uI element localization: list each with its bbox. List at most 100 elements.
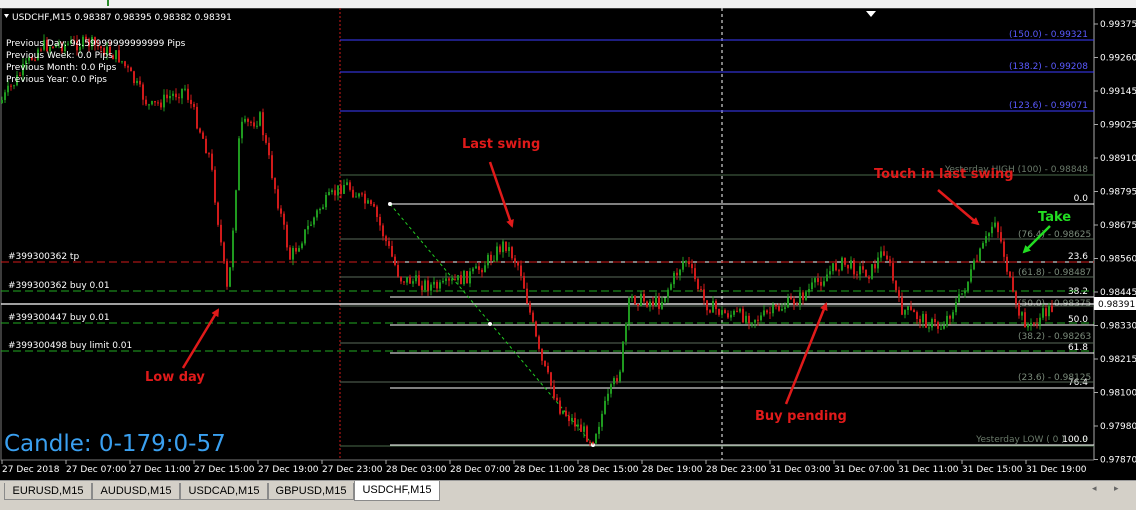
candle-body [907, 306, 909, 311]
price-tick-label: 0.97870 [1100, 456, 1136, 466]
candle-body [856, 274, 858, 276]
candle-body [796, 304, 798, 306]
candle-body [1033, 322, 1035, 324]
chart-window[interactable]: (150.0) - 0.99321 (138.2) - 0.99208 (123… [0, 8, 1136, 480]
candle-body [934, 319, 936, 323]
toolbar-marker-icon [107, 0, 109, 6]
candle-body [520, 265, 522, 277]
candle-body [835, 263, 837, 271]
candle-body [325, 195, 327, 208]
price-tick-label: 0.99025 [1100, 121, 1136, 131]
candle-body [295, 247, 297, 252]
arrow-buy-pending [784, 302, 828, 405]
candle-body [793, 299, 795, 305]
candle-body [673, 272, 675, 285]
inner-fib-label-76: (76.4) - 0.98625 [1018, 230, 1091, 240]
time-tick-label: 28 Dec 15:00 [578, 465, 639, 475]
candle-body [901, 297, 903, 315]
candle-body [967, 281, 969, 292]
candle-body [124, 61, 126, 67]
candle-body [271, 155, 273, 179]
candle-body [433, 281, 435, 285]
candle-body [583, 426, 585, 432]
candle-body [535, 321, 537, 337]
horizontal-scrollbar[interactable] [0, 503, 1136, 509]
candle-body [844, 257, 846, 265]
trend-anchor-start[interactable] [388, 202, 392, 206]
candle-body [526, 288, 528, 304]
candle-body [283, 213, 285, 225]
candle-body [1051, 305, 1053, 312]
candle-body [772, 304, 774, 314]
candle-body [958, 294, 960, 303]
candle-body [469, 271, 471, 284]
candle-body [760, 315, 762, 321]
candle-body [397, 264, 399, 277]
candle-body [640, 293, 642, 306]
info-previous-month: Previous Month: 0.0 Pips [6, 63, 117, 73]
candle-body [562, 410, 564, 414]
candle-body [448, 278, 450, 281]
trend-anchor-mid[interactable] [488, 322, 492, 326]
candle-body [622, 341, 624, 372]
tab-usdcad[interactable]: USDCAD,M15 [180, 483, 268, 500]
candle-body [13, 85, 15, 87]
candle-body [1045, 308, 1047, 317]
candle-body [550, 372, 552, 386]
candle-body [652, 301, 654, 306]
candle-body [784, 307, 786, 310]
candle-body [829, 271, 831, 275]
candle-body [442, 280, 444, 283]
tab-gbpusd[interactable]: GBPUSD,M15 [268, 483, 354, 500]
candle-body [1036, 323, 1038, 325]
candle-body [838, 270, 840, 272]
candle-body [964, 291, 966, 294]
candle-body [544, 360, 546, 366]
candle-body [256, 125, 258, 127]
candle-body [847, 264, 849, 269]
candle-body [703, 289, 705, 301]
candle-body [904, 310, 906, 315]
tab-usdchf[interactable]: USDCHF,M15 [354, 481, 440, 501]
time-tick-label: 31 Dec 07:00 [834, 465, 895, 475]
candle-body [1012, 277, 1014, 292]
fib-label-0: 0.0 [1074, 194, 1089, 204]
candle-body [187, 88, 189, 100]
candle-body [235, 190, 237, 231]
tab-eurusd[interactable]: EURUSD,M15 [4, 483, 92, 500]
candle-body [1009, 271, 1011, 278]
candle-body [277, 189, 279, 209]
time-tick-label: 28 Dec 03:00 [386, 465, 447, 475]
candle-body [205, 138, 207, 154]
candle-body [913, 309, 915, 313]
candle-body [1015, 291, 1017, 304]
tab-scroll-right-icon[interactable]: ▸ [1114, 484, 1119, 494]
price-chart[interactable]: (150.0) - 0.99321 (138.2) - 0.99208 (123… [0, 8, 1136, 480]
arrow-touch [937, 189, 980, 226]
collapse-icon[interactable] [4, 14, 9, 18]
candle-body [823, 281, 825, 286]
candle-body [790, 297, 792, 300]
candle-body [700, 288, 702, 290]
candle-body [499, 246, 501, 253]
candle-body [391, 245, 393, 257]
candle-body [817, 278, 819, 282]
candle-body [775, 304, 777, 307]
tab-scroll-left-icon[interactable]: ◂ [1092, 484, 1097, 494]
tab-audusd[interactable]: AUDUSD,M15 [92, 483, 180, 500]
inner-fib-label-38: (38.2) - 0.98263 [1018, 332, 1091, 342]
candle-body [241, 121, 243, 139]
candle-body [712, 300, 714, 313]
candle-body [343, 184, 345, 194]
candle-body [175, 93, 177, 98]
candle-body [538, 336, 540, 349]
toolbar-strip [0, 0, 1136, 8]
candle-timer: Candle: 0-179:0-57 [4, 431, 226, 457]
price-tick-label: 0.98215 [1100, 355, 1136, 365]
candle-body [559, 400, 561, 414]
candle-body [376, 206, 378, 217]
candle-body [988, 233, 990, 237]
candle-body [541, 348, 543, 361]
candle-body [682, 261, 684, 270]
candle-body [754, 319, 756, 323]
